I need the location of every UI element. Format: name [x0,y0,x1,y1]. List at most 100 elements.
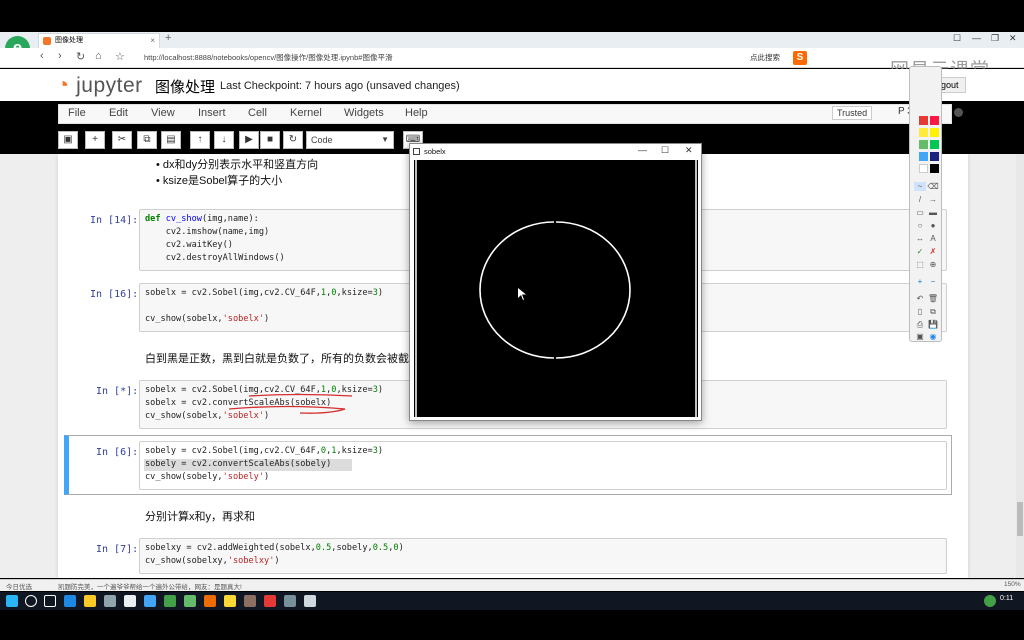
minus-icon[interactable]: − [927,277,939,286]
store-icon[interactable] [144,595,156,607]
color-swatch-blue[interactable] [930,152,939,161]
restart-icon[interactable]: ↻ [283,131,303,149]
pdf-icon[interactable] [264,595,276,607]
app-icon[interactable] [304,595,316,607]
move-down-icon[interactable]: ↓ [214,131,234,149]
color-swatch-white[interactable] [919,164,928,173]
ellipse-tool-icon[interactable]: ○ [914,221,926,230]
close-tab-icon[interactable]: × [150,34,155,48]
search-icon[interactable] [25,595,37,607]
back-icon[interactable]: ‹ [40,50,44,62]
tray-icon[interactable] [984,595,996,607]
move-up-icon[interactable]: ↑ [190,131,210,149]
reload-icon[interactable]: ↻ [76,50,85,63]
menu-widgets[interactable]: Widgets [344,107,384,119]
copy-page-icon[interactable]: ⧉ [927,307,939,317]
double-arrow-icon[interactable]: ↔ [914,234,926,243]
menu-help[interactable]: Help [405,107,428,119]
color-swatch-lime[interactable] [930,140,939,149]
screen-icon[interactable]: ▣ [914,332,926,341]
stop-icon[interactable]: ■ [260,131,280,149]
color-swatch-yellow[interactable] [919,128,928,137]
rectangle-tool-icon[interactable]: ▭ [914,208,926,217]
close-window-icon[interactable]: ✕ [1009,33,1017,44]
pen-tool-icon[interactable]: ~ [914,182,926,191]
copy-icon[interactable]: ⧉ [137,131,157,149]
line-tool-icon[interactable]: / [914,195,926,204]
cut-icon[interactable]: ✂ [112,131,132,149]
code-cell-7[interactable]: sobelxy = cv2.addWeighted(sobelx,0.5,sob… [139,538,947,574]
eraser-icon[interactable]: ⌫ [927,182,939,191]
trusted-badge[interactable]: Trusted [832,106,873,120]
tab-notebook[interactable]: 图像处理 × [38,33,160,48]
color-swatch-lemon[interactable] [930,128,939,137]
menu-insert[interactable]: Insert [198,107,226,119]
insert-cell-icon[interactable]: + [85,131,105,149]
url-input[interactable]: http://localhost:8888/notebooks/opencv/图… [144,52,392,63]
new-page-icon[interactable]: ▯ [914,307,926,316]
filled-ellipse-icon[interactable]: ● [927,221,939,230]
filled-rectangle-icon[interactable]: ▬ [927,208,939,217]
select-area-icon[interactable]: ⬚ [914,260,926,269]
home-icon[interactable]: ⌂ [95,50,102,62]
check-icon[interactable]: ✓ [914,247,926,256]
menu-view[interactable]: View [151,107,175,119]
maximize-icon[interactable]: ❐ [991,33,999,44]
color-swatch-red[interactable] [919,116,928,125]
arrow-tool-icon[interactable]: → [927,195,939,204]
color-swatch-crimson[interactable] [930,116,939,125]
color-swatch-black[interactable] [930,164,939,173]
browser-icon[interactable] [164,595,176,607]
mail-icon[interactable] [124,595,136,607]
news-ticker[interactable]: 凯题防完美，一个遍爷爷帮给一个遍外公带给，网友：是题真大! [58,581,242,591]
save-icon[interactable]: ▣ [58,131,78,149]
cell-type-select[interactable]: Code ▼ [306,131,394,149]
paste-icon[interactable]: ▤ [161,131,181,149]
color-swatch-green[interactable] [919,140,928,149]
clock[interactable]: 0:11 [1000,595,1013,602]
zoom-icon[interactable]: ⊕ [927,260,939,269]
app-icon[interactable] [284,595,296,607]
print-icon[interactable]: ⎙ [914,320,926,330]
folder-icon[interactable] [224,595,236,607]
close-icon[interactable]: ✕ [685,145,693,156]
cross-icon[interactable]: ✗ [927,247,939,256]
forward-icon[interactable]: › [58,50,62,62]
save-icon[interactable]: 💾 [927,320,939,329]
code-cell-6[interactable]: sobely = cv2.Sobel(img,cv2.CV_64F,0,1,ks… [139,441,947,490]
minimize-icon[interactable]: — [638,145,647,155]
bookmark-star-icon[interactable]: ☆ [115,50,125,63]
menu-edit[interactable]: Edit [109,107,128,119]
globe-icon[interactable]: ◉ [927,332,939,341]
cell-prompt: In [6]: [96,447,139,458]
explorer-icon[interactable] [84,595,96,607]
opencv-window[interactable]: sobelx — ☐ ✕ [409,143,702,421]
undo-icon[interactable]: ↶ [914,294,926,303]
menu-icon[interactable]: ☐ [953,33,961,44]
sogou-ime-icon[interactable]: S [793,51,807,65]
jupyter-logo[interactable]: ◔ jupyter [56,72,143,98]
plus-icon[interactable]: + [914,277,926,286]
task-view-icon[interactable] [44,595,56,607]
run-icon[interactable]: ▶ [239,131,259,149]
wechat-icon[interactable] [184,595,196,607]
minimize-icon[interactable]: — [972,33,981,43]
edge-icon[interactable] [64,595,76,607]
search-hint[interactable]: 点此搜索 [750,52,780,63]
maximize-icon[interactable]: ☐ [661,145,669,156]
trash-icon[interactable]: 🗑 [927,294,939,303]
text-tool-icon[interactable]: A [927,234,939,243]
app-icon[interactable] [204,595,216,607]
app-icon[interactable] [244,595,256,607]
color-swatch-lightblue[interactable] [919,152,928,161]
notebook-name[interactable]: 图像处理 [155,76,215,97]
scrollbar-thumb[interactable] [1017,502,1023,536]
menu-file[interactable]: File [68,107,86,119]
zoom-level[interactable]: 150% [1004,581,1021,588]
menu-kernel[interactable]: Kernel [290,107,322,119]
start-icon[interactable] [6,595,18,607]
app-icon[interactable] [104,595,116,607]
status-left[interactable]: 今日优选 [6,581,32,591]
menu-cell[interactable]: Cell [248,107,267,119]
new-tab-button[interactable]: + [165,32,171,44]
